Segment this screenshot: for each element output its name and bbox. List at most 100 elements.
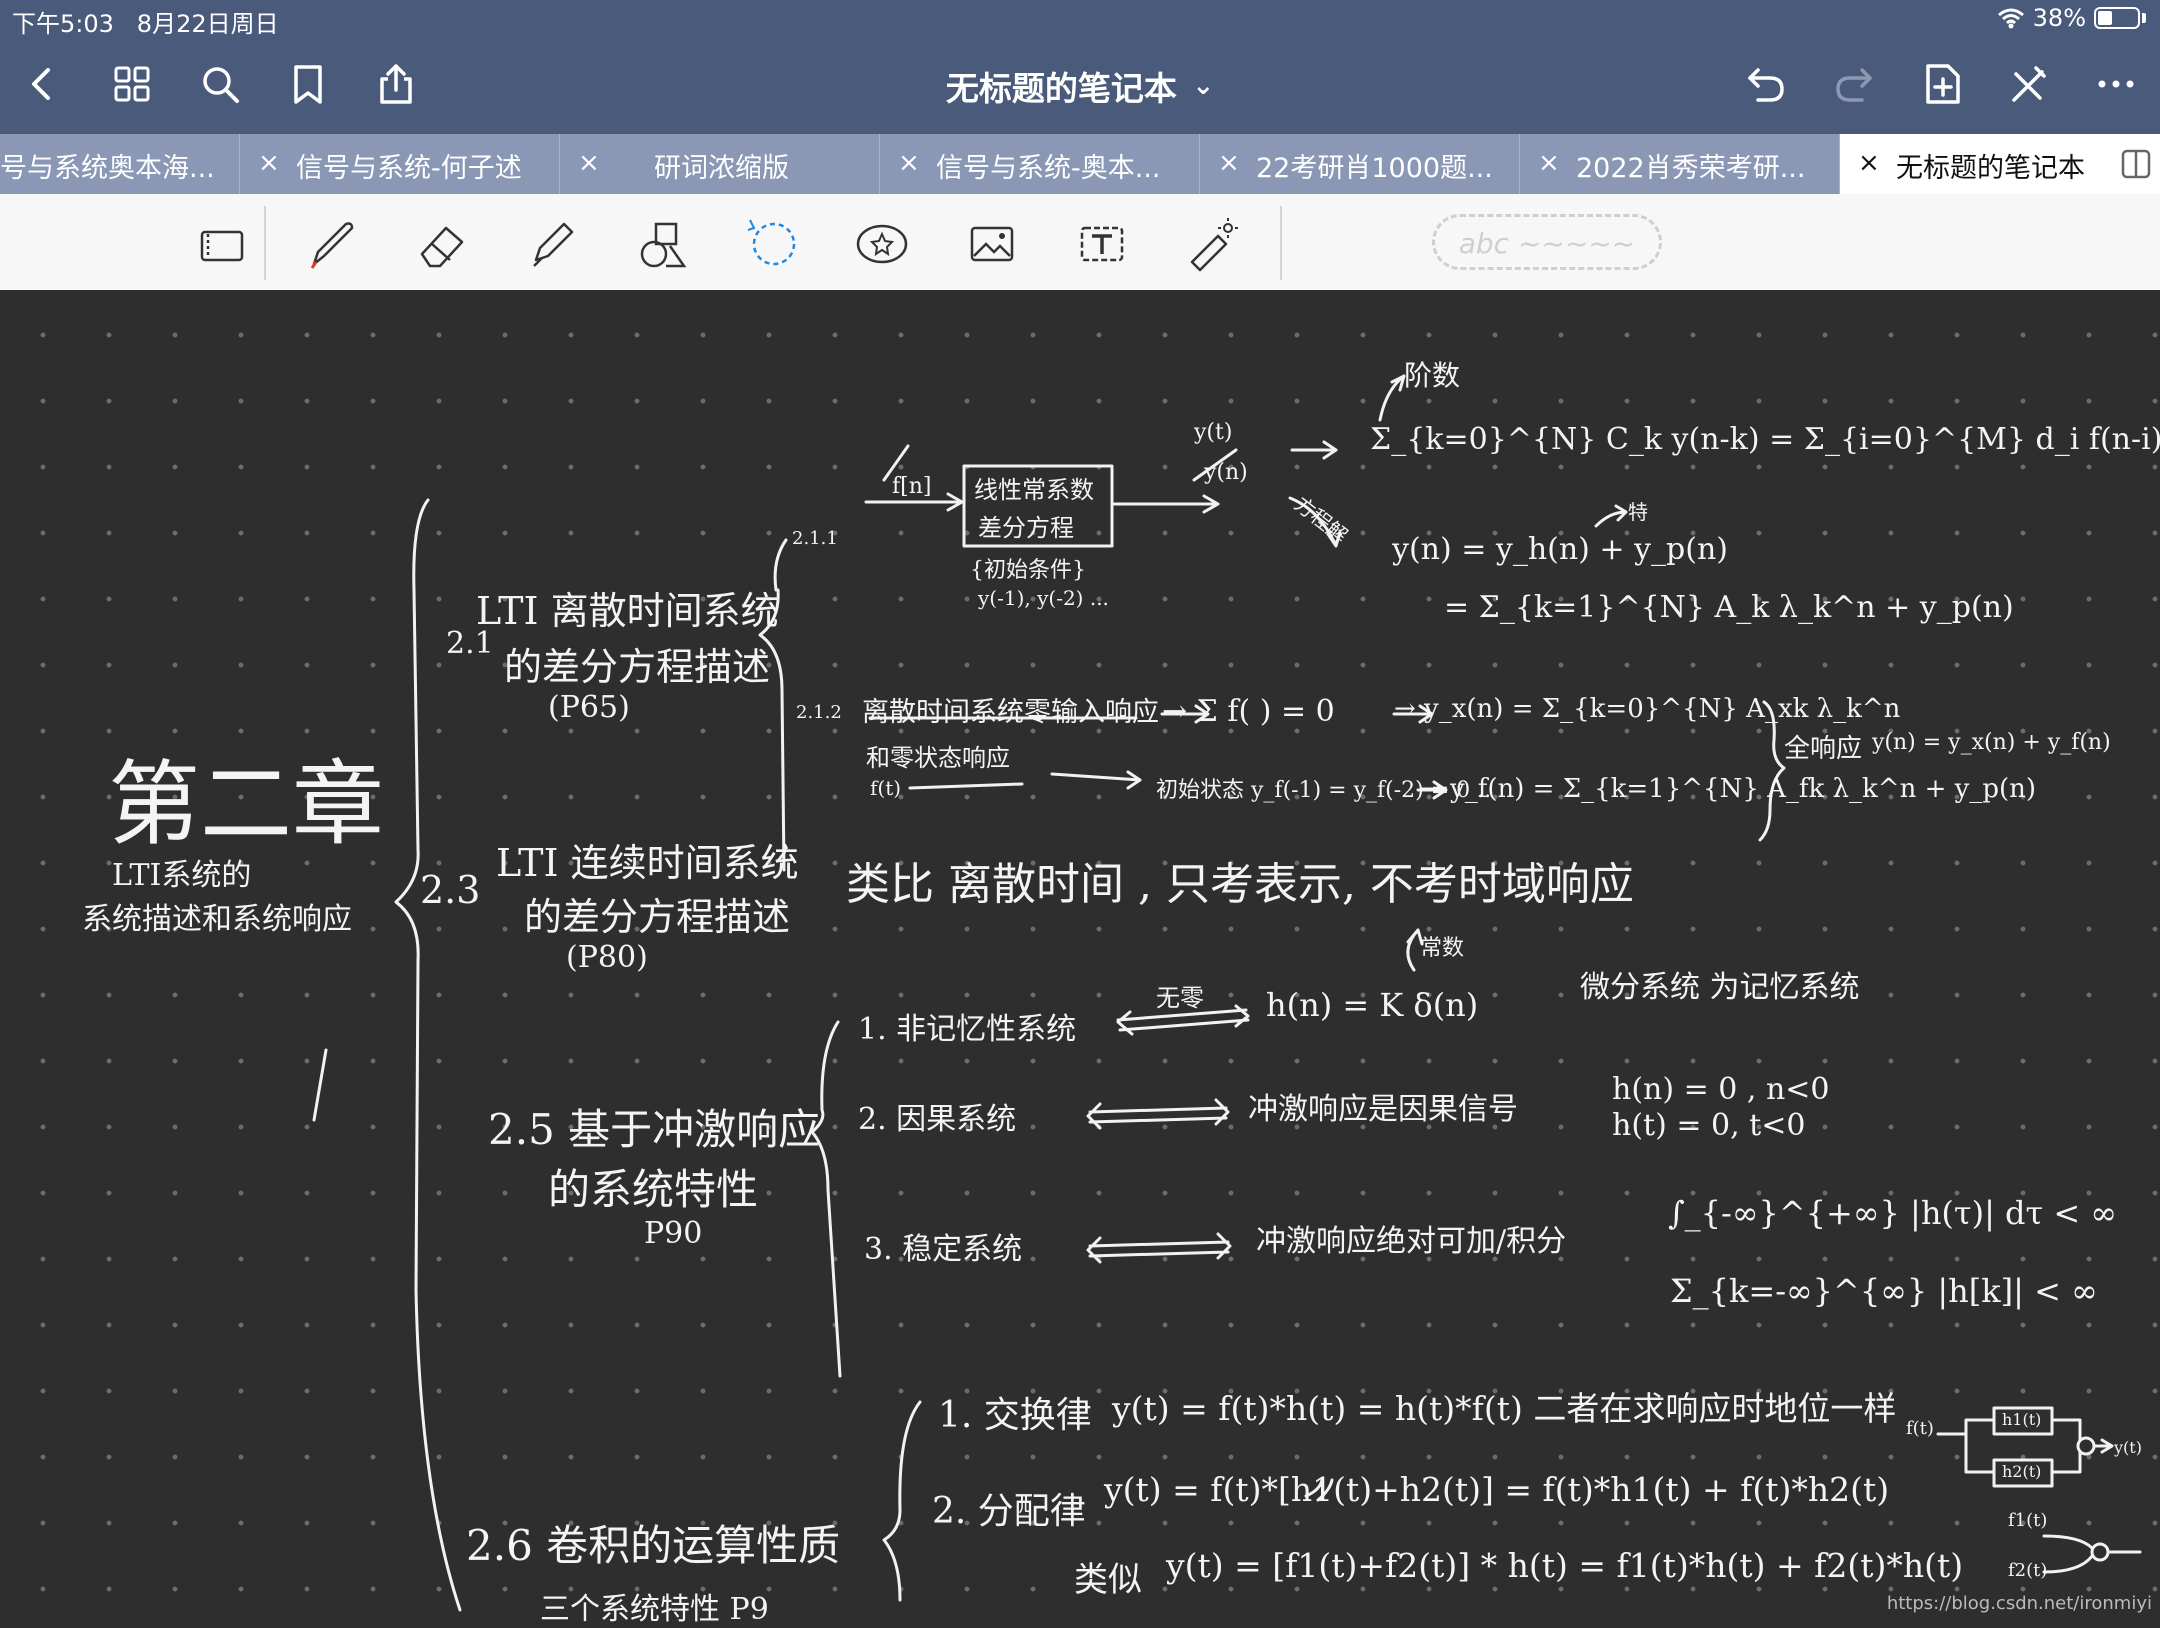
sec-2-3-line2: 的差分方程描述 (524, 895, 791, 939)
eraser-icon[interactable] (410, 212, 474, 276)
mem-label: 1. 非记忆性系统 (858, 1012, 1077, 1047)
sticker-icon[interactable] (850, 212, 914, 276)
box-input: f[n] (892, 474, 932, 499)
mem-eq: h(n) = K δ(n) (1266, 986, 1479, 1024)
more-icon[interactable] (2092, 60, 2140, 108)
mem-arrow: 无零 (1156, 984, 1204, 1012)
tab-bar: 号与系统奥本海... × 信号与系统-何子述 × 研词浓缩版 × 信号与系统-奥… (0, 134, 2160, 194)
tab-close-icon[interactable]: × (1538, 148, 1560, 178)
grid-icon[interactable] (108, 60, 156, 108)
zero-f: f(t) (870, 776, 902, 800)
status-bar-right: 38% (1997, 4, 2146, 32)
sec-2-1-line1: LTI 离散时间系统 (476, 589, 779, 633)
image-icon[interactable] (960, 212, 1024, 276)
sec-2-3-line1: LTI 连续时间系统 (496, 841, 799, 885)
main-brace (394, 498, 462, 1612)
tab-2[interactable]: × 研词浓缩版 (560, 134, 880, 194)
zero-state: → y_f(n) = Σ_{k=1}^{N} A_fk λ_k^n + y_p(… (1420, 774, 2037, 804)
sec-2-5-line2: 的系统特性 (548, 1165, 759, 1214)
brace-2-5 (810, 1020, 842, 1378)
undo-icon[interactable] (1742, 60, 1790, 108)
order-label: 阶数 (1404, 359, 1461, 392)
diag-h1-label: h1(t) (2002, 1410, 2042, 1429)
comm-label: 1. 交换律 (938, 1395, 1092, 1436)
shapes-icon[interactable] (630, 212, 694, 276)
lasso-icon[interactable] (740, 212, 804, 276)
sec-2-6-line2: 三个系统特性 P9 (540, 1592, 769, 1627)
wifi-icon (1997, 8, 2024, 29)
similar-label: 类似 (1074, 1560, 1142, 1600)
tab-close-icon[interactable]: × (1218, 148, 1240, 178)
causal-desc: 冲激响应是因果信号 (1248, 1092, 1518, 1127)
note-canvas[interactable]: 第二章 LTI系统的 系统描述和系统响应 2.1 LTI 离散时间系统 的差分方… (0, 290, 2160, 1627)
bookmark-icon[interactable] (284, 60, 332, 108)
app-header: 下午5:03 8月22日周日 38% 无标题的笔记本 ⌄ (0, 0, 2160, 134)
tab-label: 研词浓缩版 (654, 153, 789, 184)
stable-eq2: Σ_{k=-∞}^{∞} |h[k]| < ∞ (1670, 1272, 2098, 1310)
box-line2: 差分方程 (978, 514, 1074, 542)
add-page-icon[interactable] (1918, 60, 1966, 108)
battery-icon (2094, 7, 2140, 29)
full-label: 全响应 (1784, 734, 1863, 764)
sec-2-1-line3: (P65) (548, 690, 630, 725)
status-time: 下午5:03 (12, 10, 114, 38)
tab-label: 22考研肖1000题... (1256, 153, 1493, 184)
tab-6-active[interactable]: × 无标题的笔记本 (1840, 134, 2160, 194)
sub-2-1-1: 2.1.1 (792, 528, 838, 549)
watermark: https://blog.csdn.net/ironmiyi (1886, 1593, 2152, 1614)
text-icon[interactable] (1070, 212, 1134, 276)
tab-close-icon[interactable]: × (898, 148, 920, 178)
arrow-order (1378, 374, 1406, 422)
diff-eq: Σ_{k=0}^{N} C_k y(n-k) = Σ_{i=0}^{M} d_i… (1370, 422, 2160, 457)
mem-note: 微分系统 为记忆系统 (1580, 970, 1860, 1005)
laser-pointer-icon[interactable] (1180, 212, 1244, 276)
stable-desc: 冲激响应绝对可加/积分 (1256, 1224, 1567, 1259)
dist-label: 2. 分配律 (932, 1491, 1086, 1532)
redo-icon[interactable] (1830, 60, 1878, 108)
tab-3[interactable]: × 信号与系统-奥本... (880, 134, 1200, 194)
dist-eq: y(t) = f(t)*[h1(t)+h2(t)] = f(t)*h1(t) +… (1104, 1470, 1890, 1509)
diag-h2-label: h2(t) (2002, 1462, 2042, 1481)
brace-2-6 (882, 1400, 922, 1602)
lasso-page-icon[interactable] (190, 212, 254, 276)
tab-close-icon[interactable]: × (1858, 148, 1880, 178)
diag-in: f(t) (1906, 1418, 1934, 1439)
zero-sum: → Σ f( ) = 0 (1162, 694, 1335, 729)
box-line1: 线性常系数 (974, 476, 1094, 504)
diag-out: y(t) (2114, 1438, 2142, 1457)
share-icon[interactable] (372, 60, 420, 108)
notebook-title[interactable]: 无标题的笔记本 (946, 69, 1177, 108)
sec-2-5-line3: P90 (644, 1216, 703, 1251)
battery-percent: 38% (2032, 4, 2086, 32)
sec-2-1-line2: 的差分方程描述 (504, 645, 771, 689)
causal-eq1: h(n) = 0 , n<0 (1612, 1072, 1830, 1107)
tab-label: 2022肖秀荣考研... (1576, 153, 1806, 184)
tab-5[interactable]: × 2022肖秀荣考研... (1520, 134, 1840, 194)
highlighter-icon[interactable] (520, 212, 584, 276)
close-tools-icon[interactable] (2004, 60, 2052, 108)
split-view-icon[interactable] (2120, 148, 2152, 180)
tab-0[interactable]: 号与系统奥本海... (0, 134, 240, 194)
causal-eq2: h(t) = 0, t<0 (1612, 1108, 1806, 1143)
sec-2-3-num: 2.3 (420, 868, 481, 912)
chapter-subtitle-2: 系统描述和系统响应 (82, 902, 352, 937)
tab-close-icon[interactable]: × (258, 148, 280, 178)
tab-close-icon[interactable]: × (578, 148, 600, 178)
search-icon[interactable] (196, 60, 244, 108)
chapter-title: 第二章 (108, 751, 385, 858)
tab-1[interactable]: × 信号与系统-何子述 (240, 134, 560, 194)
back-icon[interactable] (18, 60, 66, 108)
box-output-1: y(t) (1194, 420, 1233, 445)
ink-preview[interactable]: abc ~~~~~ (1432, 214, 1662, 270)
solution-2: = Σ_{k=1}^{N} A_k λ_k^n + y_p(n) (1444, 590, 2014, 625)
full-eq: y(n) = y_x(n) + y_f(n) (1872, 730, 2111, 755)
box-output-2: y(n) (1204, 460, 1248, 485)
tab-4[interactable]: × 22考研肖1000题... (1200, 134, 1520, 194)
sec-2-5-line1: 2.5 基于冲激响应 (488, 1105, 821, 1154)
pen-icon[interactable] (300, 212, 364, 276)
battery-tip (2142, 13, 2146, 23)
zero-in: → y_x(n) = Σ_{k=0}^{N} A_xk λ_k^n (1394, 694, 1901, 724)
tab-label: 信号与系统-何子述 (296, 153, 522, 184)
chevron-down-icon[interactable]: ⌄ (1192, 71, 1214, 101)
causal-label: 2. 因果系统 (858, 1102, 1017, 1137)
